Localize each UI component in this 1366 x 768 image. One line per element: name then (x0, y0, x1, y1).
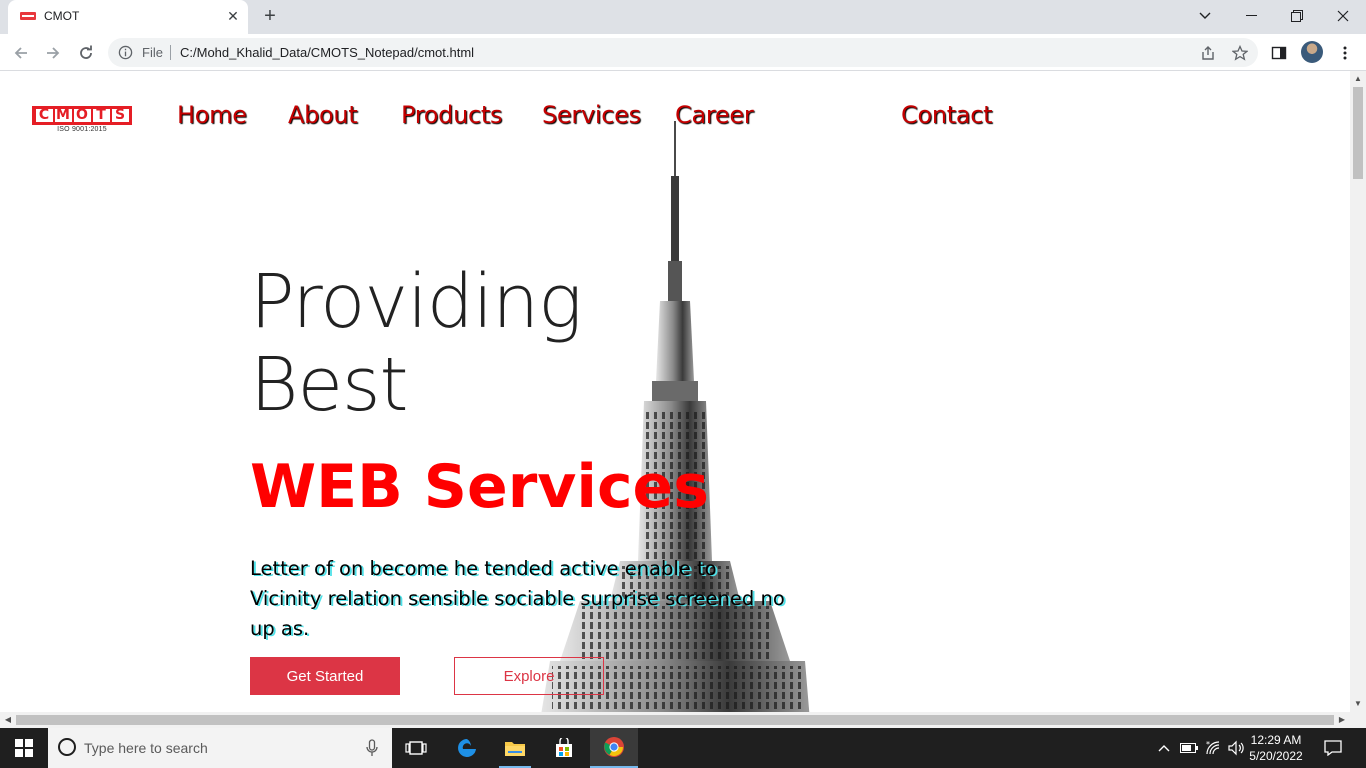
battery-indicator[interactable] (1178, 728, 1200, 768)
horizontal-scrollbar[interactable]: ◀ ▶ (0, 712, 1366, 728)
nav-services[interactable]: Services (542, 101, 641, 129)
restore-icon (1291, 10, 1303, 22)
scheme-label: File (142, 45, 163, 60)
horizontal-scroll-thumb[interactable] (16, 715, 1334, 725)
share-icon[interactable] (1200, 45, 1216, 61)
search-icon (58, 738, 76, 756)
taskbar-store[interactable] (540, 728, 588, 768)
scroll-left-arrow-icon[interactable]: ◀ (0, 712, 16, 728)
profile-avatar[interactable] (1301, 41, 1323, 63)
side-panel-icon[interactable] (1271, 45, 1287, 61)
logo-mark: C M O T S (32, 106, 132, 125)
taskbar-file-explorer[interactable] (491, 728, 539, 768)
hero-heading-line1: Providing (250, 259, 583, 345)
network-indicator[interactable]: * (1202, 728, 1224, 768)
browser-tab[interactable]: CMOT ✕ (8, 0, 248, 34)
restore-button[interactable] (1274, 0, 1320, 32)
forward-button[interactable] (42, 42, 64, 64)
file-explorer-icon (505, 742, 525, 756)
cmots-favicon-icon (20, 12, 36, 20)
logo-letter: O (73, 108, 91, 122)
hero-description: Letter of on become he tended active ena… (250, 557, 785, 640)
tab-search-button[interactable] (1182, 0, 1228, 32)
omnibox-divider (170, 45, 171, 60)
svg-text:*: * (1206, 740, 1210, 749)
vertical-scrollbar[interactable]: ▲ ▼ (1350, 71, 1366, 712)
close-icon (1337, 10, 1349, 22)
tab-title: CMOT (44, 9, 80, 23)
arrow-right-icon (47, 47, 60, 59)
close-tab-icon[interactable]: ✕ (224, 7, 242, 25)
taskbar-clock[interactable]: 12:29 AM 5/20/2022 (1244, 732, 1308, 764)
vertical-scroll-thumb[interactable] (1353, 87, 1363, 179)
minimize-icon (1245, 15, 1257, 16)
taskbar-search-box[interactable]: Type here to search (48, 728, 392, 768)
clock-time: 12:29 AM (1250, 733, 1302, 747)
get-started-button[interactable]: Get Started (250, 657, 400, 695)
reload-button[interactable] (75, 42, 97, 64)
clock-date: 5/20/2022 (1249, 749, 1303, 763)
task-view-button[interactable] (392, 728, 440, 768)
address-bar[interactable]: File C:/Mohd_Khalid_Data/CMOTS_Notepad/c… (108, 38, 1258, 67)
scroll-up-arrow-icon[interactable]: ▲ (1350, 71, 1366, 87)
minimize-button[interactable] (1228, 0, 1274, 32)
wifi-icon: * (1206, 740, 1220, 755)
chrome-icon (604, 737, 624, 757)
new-tab-button[interactable]: + (258, 5, 282, 29)
browser-tab-strip: CMOT ✕ + (0, 0, 1366, 34)
info-icon[interactable] (118, 45, 133, 60)
back-button[interactable] (10, 42, 32, 64)
start-button[interactable] (0, 728, 48, 768)
windows-taskbar: Type here to search * 12:29 AM 5/20/2022 (0, 728, 1366, 768)
show-hidden-icons-button[interactable] (1154, 728, 1174, 768)
logo-tagline: ISO 9001:2015 (57, 126, 107, 133)
browser-toolbar: File C:/Mohd_Khalid_Data/CMOTS_Notepad/c… (0, 34, 1366, 71)
arrow-left-icon (14, 47, 27, 59)
explore-button[interactable]: Explore (454, 657, 604, 695)
page-viewport: C M O T S ISO 9001:2015 Home About Produ… (0, 71, 1350, 712)
scroll-right-arrow-icon[interactable]: ▶ (1334, 712, 1350, 728)
logo-letter: S (111, 108, 129, 122)
logo-letter: T (92, 108, 110, 122)
nav-contact[interactable]: Contact (901, 101, 993, 129)
bookmark-star-icon[interactable] (1232, 45, 1248, 61)
url-text[interactable]: C:/Mohd_Khalid_Data/CMOTS_Notepad/cmot.h… (180, 45, 474, 60)
reload-icon (80, 45, 92, 59)
notification-center-button[interactable] (1318, 728, 1348, 768)
cmots-logo[interactable]: C M O T S ISO 9001:2015 (32, 106, 132, 133)
notification-icon (1324, 740, 1342, 756)
taskbar-chrome[interactable] (590, 728, 638, 768)
hero-heading-line2: Best (250, 342, 409, 428)
microphone-icon[interactable] (366, 739, 378, 757)
chevron-up-icon (1158, 745, 1170, 752)
close-window-button[interactable] (1320, 0, 1366, 32)
nav-about[interactable]: About (288, 101, 358, 129)
logo-letter: C (35, 108, 53, 122)
hero-accent-heading: WEB Services (250, 452, 709, 522)
battery-icon (1180, 743, 1198, 753)
logo-letter: M (54, 107, 72, 123)
nav-home[interactable]: Home (177, 101, 247, 129)
scroll-down-arrow-icon[interactable]: ▼ (1350, 696, 1366, 712)
chevron-down-icon (1199, 12, 1211, 19)
nav-career[interactable]: Career (675, 101, 754, 129)
more-menu-icon[interactable] (1338, 45, 1352, 61)
search-placeholder: Type here to search (84, 740, 208, 756)
edge-icon (458, 739, 476, 757)
task-view-icon (405, 741, 427, 755)
taskbar-edge[interactable] (443, 728, 491, 768)
windows-logo-icon (15, 739, 33, 757)
nav-products[interactable]: Products (401, 101, 503, 129)
store-icon (556, 738, 572, 757)
